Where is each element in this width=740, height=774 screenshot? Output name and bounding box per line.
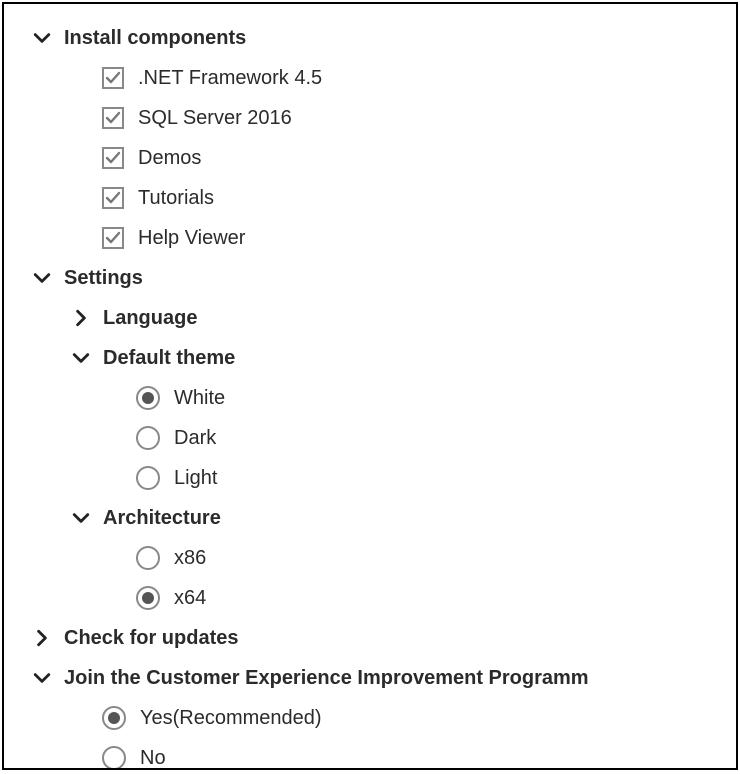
section-install[interactable]: Install components (14, 18, 726, 58)
install-item[interactable]: Help Viewer (14, 218, 726, 258)
subsection-theme[interactable]: Default theme (14, 338, 726, 378)
install-item[interactable]: .NET Framework 4.5 (14, 58, 726, 98)
section-settings[interactable]: Settings (14, 258, 726, 298)
subsection-title: Default theme (103, 347, 235, 370)
arch-option[interactable]: x86 (14, 538, 726, 578)
checkbox-checked-icon[interactable] (102, 107, 124, 129)
subsection-language[interactable]: Language (14, 298, 726, 338)
checkbox-checked-icon[interactable] (102, 147, 124, 169)
radio-unselected-icon[interactable] (102, 746, 126, 770)
chevron-down-icon (30, 666, 54, 690)
ceip-option-label: Yes(Recommended) (140, 707, 322, 730)
ceip-option[interactable]: Yes(Recommended) (14, 698, 726, 738)
section-title: Install components (64, 27, 246, 50)
section-title: Settings (64, 267, 143, 290)
theme-option[interactable]: Light (14, 458, 726, 498)
chevron-down-icon (69, 346, 93, 370)
ceip-option[interactable]: No (14, 738, 726, 770)
install-item-label: Help Viewer (138, 227, 245, 250)
radio-unselected-icon[interactable] (136, 546, 160, 570)
checkbox-checked-icon[interactable] (102, 227, 124, 249)
checkbox-checked-icon[interactable] (102, 67, 124, 89)
install-item-label: Tutorials (138, 187, 214, 210)
ceip-option-label: No (140, 747, 166, 770)
theme-option-label: Light (174, 467, 217, 490)
chevron-right-icon (30, 626, 54, 650)
subsection-title: Language (103, 307, 197, 330)
subsection-architecture[interactable]: Architecture (14, 498, 726, 538)
theme-option-label: Dark (174, 427, 216, 450)
install-item-label: .NET Framework 4.5 (138, 67, 322, 90)
chevron-right-icon (69, 306, 93, 330)
install-item-label: Demos (138, 147, 201, 170)
section-title: Check for updates (64, 627, 238, 650)
radio-unselected-icon[interactable] (136, 466, 160, 490)
subsection-title: Architecture (103, 507, 221, 530)
install-item-label: SQL Server 2016 (138, 107, 292, 130)
radio-unselected-icon[interactable] (136, 426, 160, 450)
chevron-down-icon (30, 266, 54, 290)
section-updates[interactable]: Check for updates (14, 618, 726, 658)
arch-option[interactable]: x64 (14, 578, 726, 618)
install-item[interactable]: Demos (14, 138, 726, 178)
theme-option[interactable]: Dark (14, 418, 726, 458)
theme-option[interactable]: White (14, 378, 726, 418)
chevron-down-icon (30, 26, 54, 50)
install-item[interactable]: SQL Server 2016 (14, 98, 726, 138)
settings-panel: Install components .NET Framework 4.5 SQ… (2, 2, 738, 770)
chevron-down-icon (69, 506, 93, 530)
theme-option-label: White (174, 387, 225, 410)
checkbox-checked-icon[interactable] (102, 187, 124, 209)
radio-selected-icon[interactable] (136, 386, 160, 410)
section-title: Join the Customer Experience Improvement… (64, 667, 589, 690)
arch-option-label: x64 (174, 587, 206, 610)
arch-option-label: x86 (174, 547, 206, 570)
install-item[interactable]: Tutorials (14, 178, 726, 218)
radio-selected-icon[interactable] (102, 706, 126, 730)
radio-selected-icon[interactable] (136, 586, 160, 610)
section-ceip[interactable]: Join the Customer Experience Improvement… (14, 658, 726, 698)
